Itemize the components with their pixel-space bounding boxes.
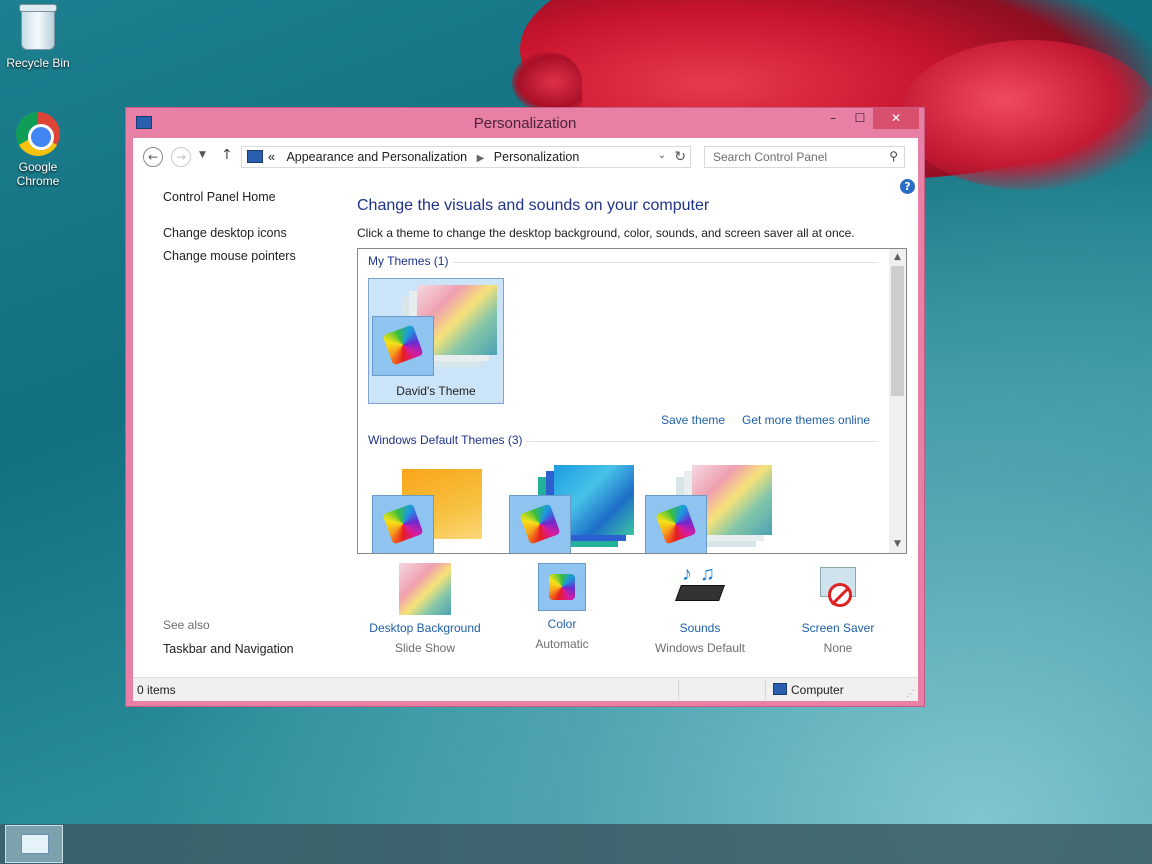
recycle-bin-icon (16, 4, 60, 52)
desktop-background-link[interactable]: Desktop Background (355, 621, 495, 635)
page-title: Change the visuals and sounds on your co… (357, 197, 710, 214)
status-divider (765, 680, 766, 700)
my-themes-group-label: My Themes (1) (368, 254, 449, 268)
change-mouse-pointers-link[interactable]: Change mouse pointers (163, 249, 296, 263)
get-more-themes-link[interactable]: Get more themes online (742, 413, 870, 427)
personalization-window: Personalization – ☐ ✕ ← → ▼ ↑ « Appearan… (125, 107, 925, 707)
theme-name: David's Theme (396, 384, 476, 398)
chrome-icon (16, 112, 60, 156)
search-placeholder: Search Control Panel (713, 150, 828, 164)
search-icon[interactable]: ⚲ (889, 149, 898, 163)
desktop-icon-label: Recycle Bin (6, 56, 70, 70)
desktop-icon-recycle-bin[interactable]: Recycle Bin (0, 4, 76, 70)
screen-saver-value: None (823, 641, 853, 655)
themes-scrollbar[interactable]: ▲ ▼ (889, 249, 906, 553)
forward-arrow-icon[interactable]: → (171, 147, 191, 167)
recent-locations-dropdown-icon[interactable]: ▼ (199, 150, 206, 160)
refresh-icon[interactable]: ↻ (674, 148, 686, 165)
minimize-button[interactable]: – (819, 108, 847, 129)
sounds-icon: ♪ ♫ (674, 563, 726, 615)
title-bar[interactable]: Personalization – ☐ ✕ (126, 108, 924, 138)
theme-color-swatch-icon (372, 495, 434, 553)
status-item-count: 0 items (137, 683, 176, 697)
help-icon[interactable]: ? (900, 179, 915, 194)
up-arrow-icon[interactable]: ↑ (221, 147, 233, 163)
sounds-value: Windows Default (654, 641, 746, 655)
theme-color-swatch-icon (645, 495, 707, 553)
wallpaper-flower-bud (512, 52, 582, 112)
theme-tile-davids-theme[interactable]: David's Theme (368, 278, 504, 404)
navigation-bar: ← → ▼ ↑ « Appearance and Personalization… (133, 138, 918, 176)
search-input[interactable]: Search Control Panel ⚲ (704, 146, 905, 168)
address-dropdown-icon[interactable]: ⌄ (658, 150, 666, 161)
status-location: Computer (791, 683, 844, 697)
breadcrumb-personalization[interactable]: Personalization (494, 150, 579, 164)
desktop-background-setting[interactable]: Desktop Background Slide Show (355, 563, 495, 655)
back-arrow-icon[interactable]: ← (143, 147, 163, 167)
address-bar[interactable]: « Appearance and Personalization ▶ Perso… (241, 146, 691, 168)
scrollbar-thumb[interactable] (891, 266, 904, 396)
left-navigation-pane: Control Panel Home Change desktop icons … (133, 176, 343, 676)
theme-color-swatch-icon (372, 316, 434, 376)
scroll-down-icon[interactable]: ▼ (889, 536, 906, 553)
screen-saver-setting[interactable]: Screen Saver None (768, 563, 908, 655)
taskbar-control-panel-button[interactable] (5, 825, 63, 863)
screen-saver-link[interactable]: Screen Saver (768, 621, 908, 635)
color-setting[interactable]: Color Automatic (492, 563, 632, 651)
desktop-icon-google-chrome[interactable]: Google Chrome (0, 112, 76, 188)
control-panel-home-link[interactable]: Control Panel Home (163, 190, 276, 204)
color-icon (538, 563, 586, 611)
breadcrumb-overflow[interactable]: « (268, 150, 275, 164)
see-also-label: See also (163, 618, 210, 632)
desktop-background-value: Slide Show (394, 641, 456, 655)
theme-tile-flowers[interactable] (640, 457, 776, 553)
screen-saver-icon (812, 563, 864, 615)
wallpaper-flower-petal (900, 40, 1152, 190)
color-link[interactable]: Color (492, 617, 632, 631)
maximize-button[interactable]: ☐ (846, 108, 874, 129)
change-desktop-icons-link[interactable]: Change desktop icons (163, 226, 287, 240)
taskbar (0, 824, 1152, 864)
status-bar: 0 items Computer ⋰ (133, 677, 918, 701)
windows-default-themes-group-label: Windows Default Themes (3) (368, 433, 523, 447)
window-title: Personalization (473, 115, 577, 132)
breadcrumb-separator-icon[interactable]: ▶ (477, 153, 485, 164)
color-value: Automatic (535, 637, 589, 651)
theme-tile-lines-and-colors[interactable] (504, 457, 640, 553)
breadcrumb: « Appearance and Personalization ▶ Perso… (268, 150, 579, 164)
computer-icon (773, 683, 787, 695)
page-description: Click a theme to change the desktop back… (357, 226, 855, 240)
save-theme-link[interactable]: Save theme (661, 413, 725, 427)
resize-grip-icon[interactable]: ⋰ (906, 688, 915, 699)
themes-list[interactable]: My Themes (1) David's Theme Save theme G… (357, 248, 907, 554)
control-panel-icon (247, 150, 263, 163)
group-divider (526, 441, 878, 442)
scroll-up-icon[interactable]: ▲ (889, 249, 906, 266)
taskbar-and-navigation-link[interactable]: Taskbar and Navigation (163, 642, 294, 656)
group-divider (453, 262, 878, 263)
theme-tile-windows[interactable] (368, 457, 504, 553)
window-client-area: ← → ▼ ↑ « Appearance and Personalization… (133, 138, 918, 701)
theme-color-swatch-icon (509, 495, 571, 553)
desktop-icon-label: Google Chrome (16, 160, 60, 188)
control-panel-icon (21, 834, 49, 854)
desktop-background-icon (399, 563, 451, 615)
sounds-setting[interactable]: ♪ ♫ Sounds Windows Default (630, 563, 770, 655)
status-divider (678, 680, 679, 700)
close-button[interactable]: ✕ (873, 108, 919, 129)
breadcrumb-appearance-and-personalization[interactable]: Appearance and Personalization (286, 150, 467, 164)
sounds-link[interactable]: Sounds (630, 621, 770, 635)
